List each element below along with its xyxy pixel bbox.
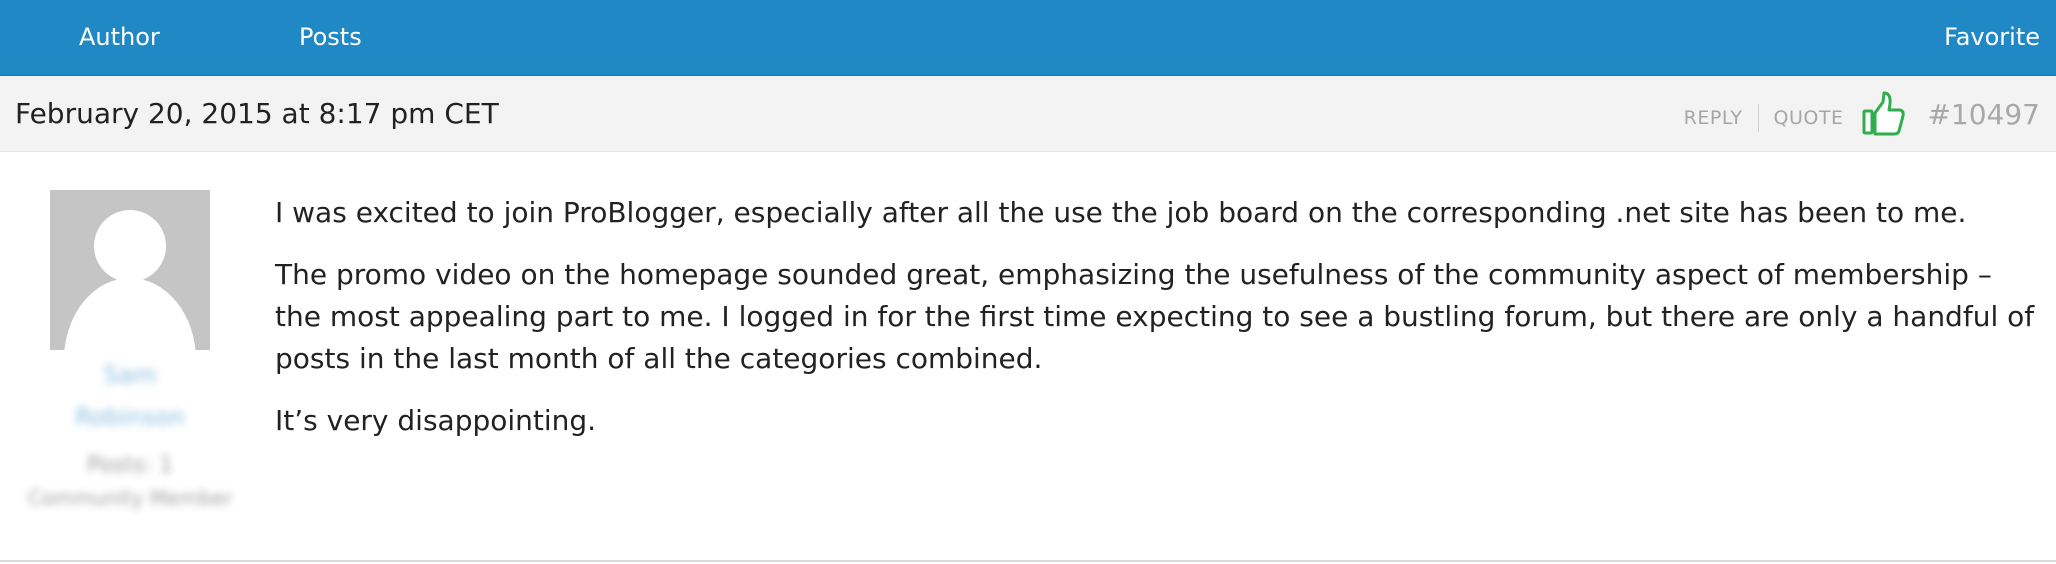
post-content: I was excited to join ProBlogger, especi… [275,192,2035,462]
post-divider [0,560,2056,562]
post-date: February 20, 2015 at 8:17 pm CET [15,97,499,130]
author-first-name[interactable]: Sam [20,360,240,390]
post-actions: REPLY QUOTE #10497 [1684,86,2040,142]
post-permalink[interactable]: #10497 [1927,98,2040,131]
default-avatar-icon[interactable] [50,190,210,350]
post-paragraph: The promo video on the homepage sounded … [275,258,2035,375]
post-meta-bar: February 20, 2015 at 8:17 pm CET REPLY Q… [0,76,2056,152]
reply-link[interactable]: REPLY [1684,107,1743,129]
author-post-count: Posts: 1 [87,453,173,478]
author-role: Community Member [27,486,233,510]
posts-column-header: Posts [299,23,362,51]
forum-header-bar: Author Posts Favorite [0,0,2056,76]
favorite-link[interactable]: Favorite [1944,22,2040,52]
quote-link[interactable]: QUOTE [1774,107,1844,129]
author-last-name[interactable]: Robinson [20,402,240,432]
author-column-header: Author [79,23,160,51]
post-paragraph: It’s very disappointing. [275,404,597,437]
post-paragraph: I was excited to join ProBlogger, especi… [275,196,1967,229]
thumbs-up-icon[interactable] [1861,90,1906,138]
action-separator [1757,104,1759,132]
